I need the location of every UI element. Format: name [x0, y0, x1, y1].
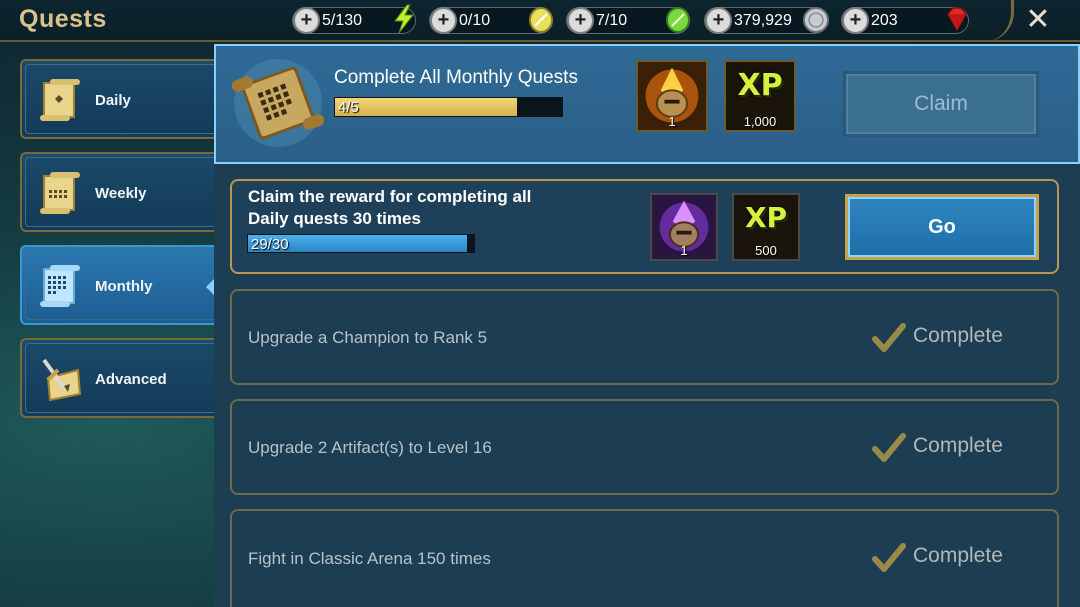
- monthly-progress-bar: 4/5: [334, 97, 563, 117]
- quest-text: Upgrade 2 Artifact(s) to Level 16: [248, 438, 492, 457]
- reward-xp[interactable]: XP 1,000: [724, 60, 796, 132]
- checkmark-icon: [872, 543, 906, 572]
- yellow-token-value: 0/10: [459, 12, 491, 29]
- corner-decoration: [978, 0, 1014, 42]
- progress-text: 4/5: [338, 99, 359, 116]
- complete-status: Complete: [872, 431, 1032, 465]
- checkmark-icon: [872, 323, 906, 352]
- quest-text: Upgrade a Champion to Rank 5: [248, 328, 488, 347]
- energy-value: 5/130: [322, 12, 363, 29]
- scroll-icon: [40, 79, 80, 121]
- add-gem-button[interactable]: +: [842, 7, 869, 34]
- checkmark-icon: [872, 433, 906, 462]
- energy-icon: [394, 4, 415, 34]
- add-green-token-button[interactable]: +: [567, 7, 594, 34]
- energy-counter[interactable]: + 5/130: [292, 4, 416, 34]
- scroll-icon: [40, 172, 80, 214]
- silver-value: 379,929: [734, 12, 792, 29]
- green-token-counter[interactable]: + 7/10: [566, 7, 690, 34]
- complete-status: Complete: [872, 321, 1032, 355]
- tab-label: Monthly: [95, 278, 153, 295]
- complete-status: Complete: [872, 541, 1032, 575]
- top-bar: Quests + 5/130 + 0/10 + 7/10 + 379,929 +: [0, 0, 1080, 42]
- scroll-icon: [40, 265, 80, 307]
- tab-label: Weekly: [95, 185, 147, 202]
- complete-label: Complete: [913, 324, 1003, 347]
- reward-count: 1: [680, 243, 688, 258]
- gem-value: 203: [871, 12, 898, 29]
- add-yellow-token-button[interactable]: +: [430, 7, 457, 34]
- page-title: Quests: [19, 5, 107, 33]
- monthly-quest-title: Complete All Monthly Quests: [334, 67, 578, 88]
- gem-icon: [947, 7, 967, 32]
- progress-fill: [335, 98, 517, 116]
- silver-coin-icon: [803, 7, 829, 33]
- tab-label: Advanced: [95, 371, 167, 388]
- reward-xp[interactable]: XP 500: [732, 193, 800, 261]
- reward-count: 1,000: [743, 114, 777, 129]
- tab-weekly[interactable]: Weekly: [20, 152, 214, 232]
- reward-legendary-chicken[interactable]: 1: [636, 60, 708, 132]
- sword-scroll-icon: [42, 358, 82, 402]
- quest-text: Fight in Classic Arena 150 times: [248, 549, 491, 568]
- add-energy-button[interactable]: +: [293, 7, 320, 34]
- quest-progress-bar: 29/30: [247, 234, 475, 253]
- reward-count: 1: [668, 114, 676, 129]
- complete-label: Complete: [913, 544, 1003, 567]
- green-token-value: 7/10: [596, 12, 628, 29]
- silver-counter[interactable]: + 379,929: [704, 7, 829, 34]
- green-token-icon: [666, 7, 690, 33]
- complete-label: Complete: [913, 434, 1003, 457]
- claim-button[interactable]: Claim: [843, 71, 1039, 137]
- monthly-scroll-icon: [232, 59, 324, 147]
- quest-text-line2: Daily quests 30 times: [248, 209, 421, 228]
- yellow-token-counter[interactable]: + 0/10: [429, 7, 553, 34]
- gem-counter[interactable]: + 203: [841, 7, 969, 34]
- reward-epic-chicken[interactable]: 1: [650, 193, 718, 261]
- xp-icon: XP: [737, 68, 783, 103]
- tab-daily[interactable]: Daily: [20, 59, 214, 139]
- progress-text: 29/30: [251, 236, 289, 253]
- xp-icon: XP: [744, 201, 788, 234]
- tab-monthly[interactable]: Monthly: [20, 245, 216, 325]
- tab-label: Daily: [95, 92, 131, 109]
- reward-count: 500: [755, 243, 777, 258]
- yellow-token-icon: [529, 7, 553, 33]
- go-button[interactable]: Go: [845, 194, 1039, 260]
- add-silver-button[interactable]: +: [705, 7, 732, 34]
- quest-text-line1: Claim the reward for completing all: [248, 187, 532, 206]
- tab-advanced[interactable]: Advanced: [20, 338, 214, 418]
- close-button[interactable]: ✕: [1022, 3, 1054, 37]
